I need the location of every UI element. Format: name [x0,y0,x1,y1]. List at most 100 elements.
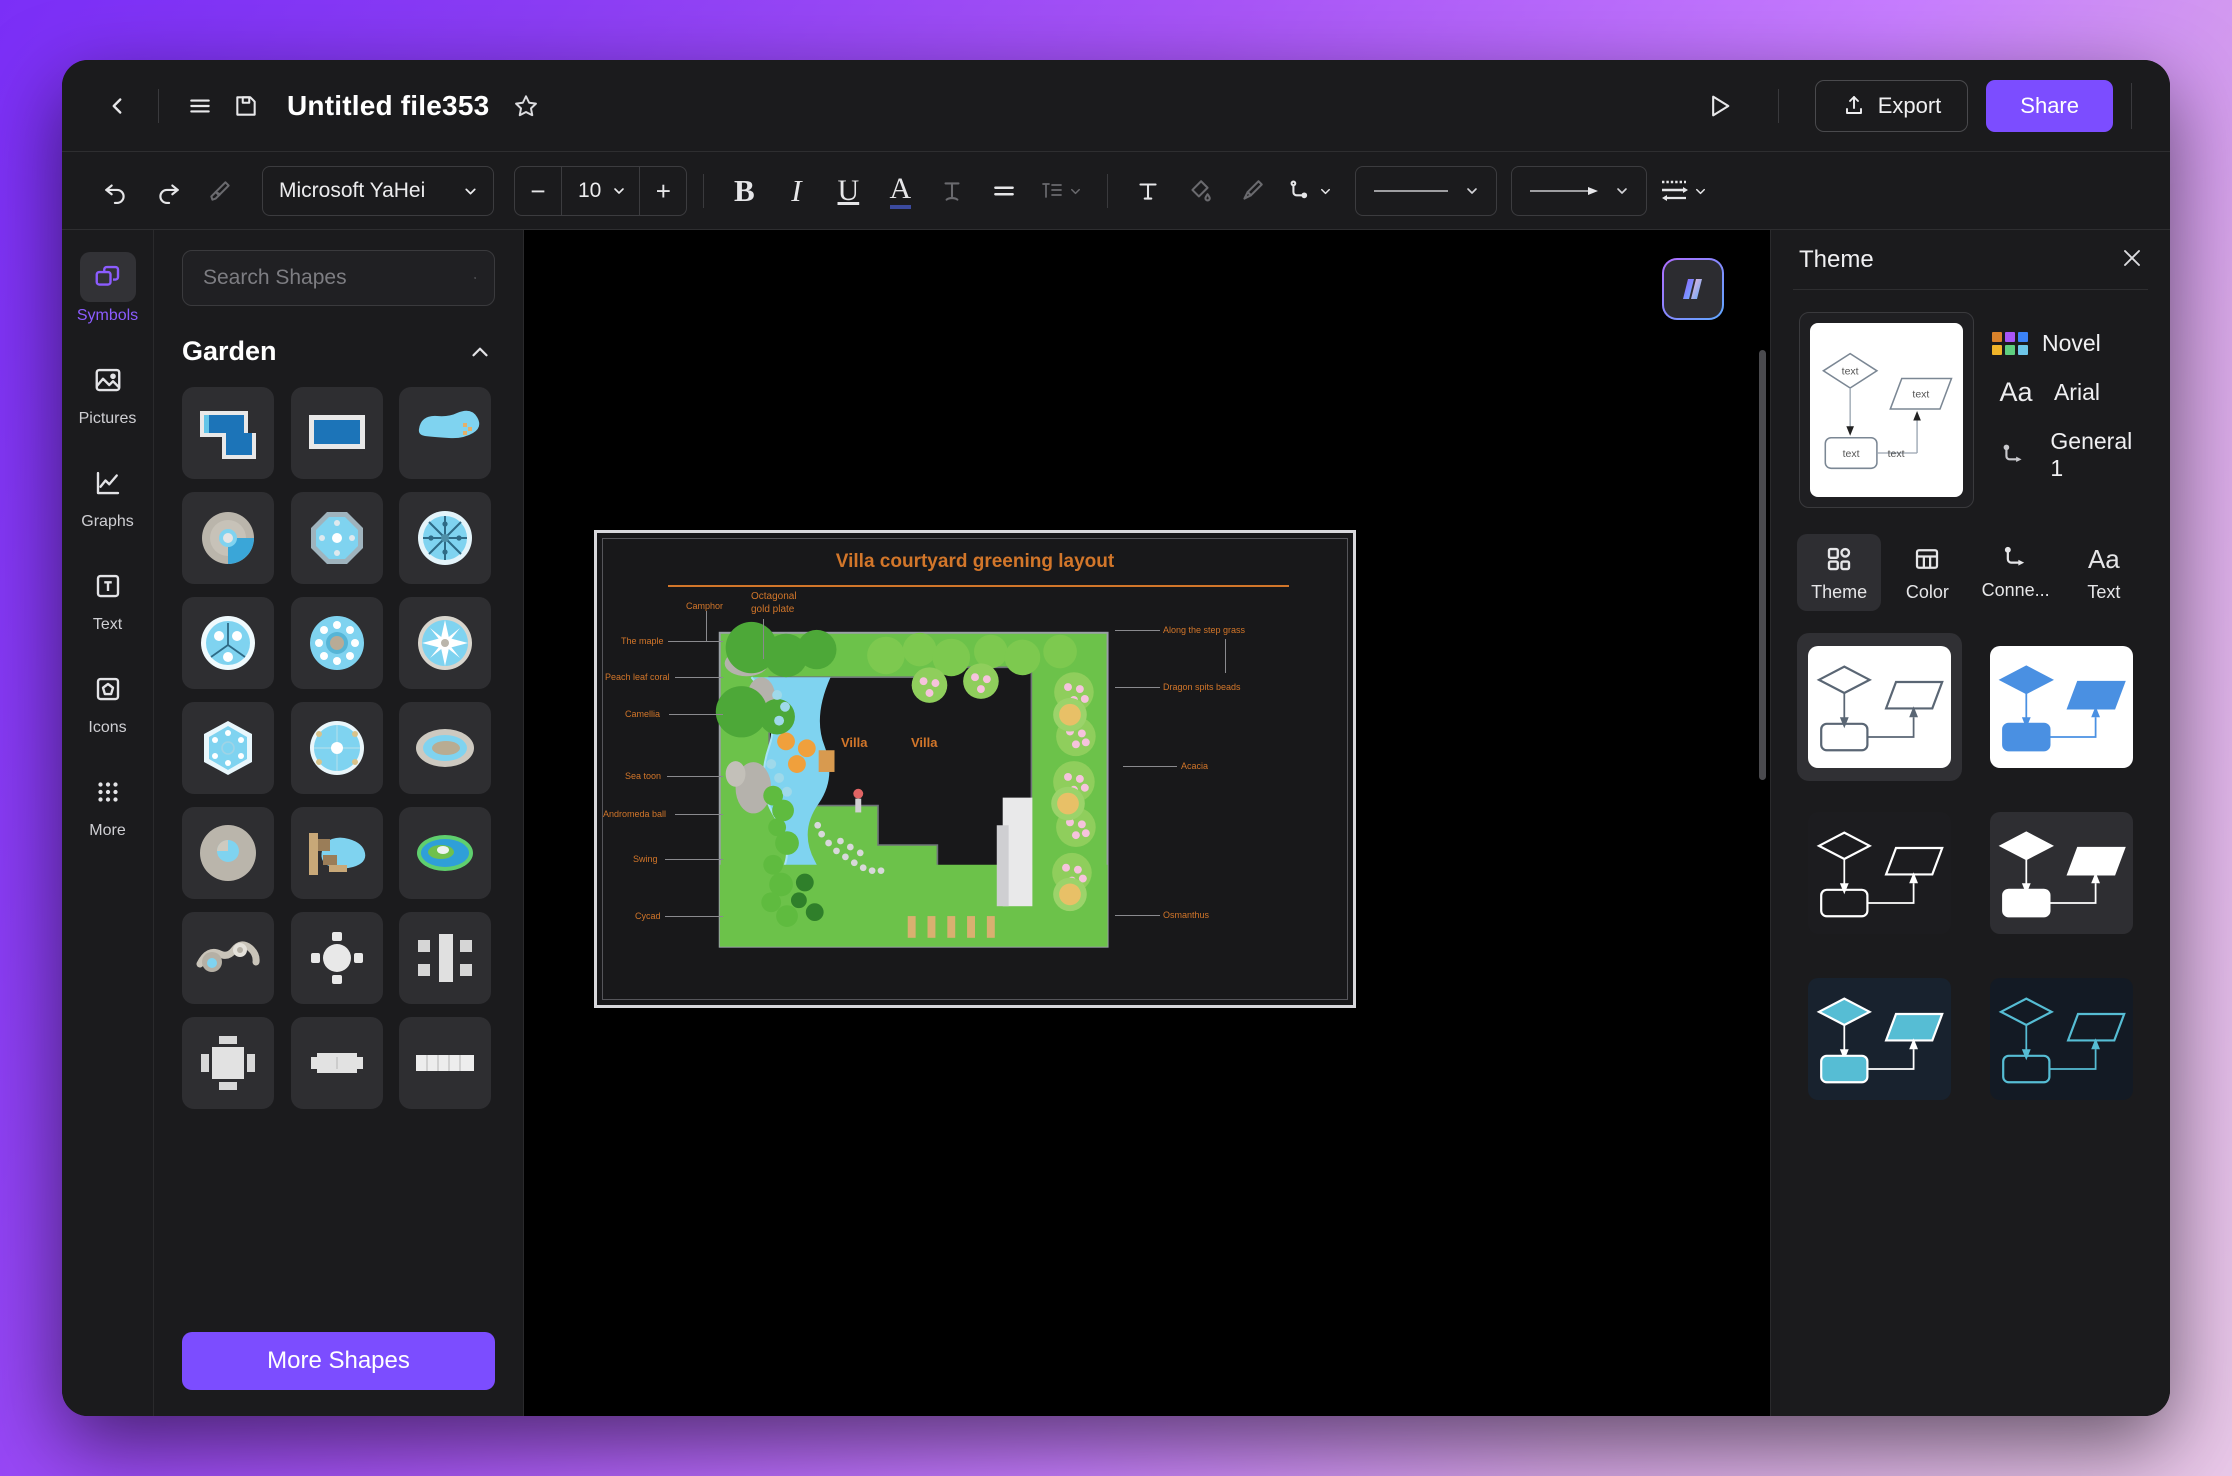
undo-button[interactable] [92,167,140,215]
shape-rock-pond[interactable] [399,702,492,794]
theme-preview-thumbnail[interactable]: text text text text [1799,312,1974,508]
shape-rectangular-pool[interactable] [290,387,383,479]
circular-plaza-icon [309,721,364,775]
connector-style-button[interactable] [1280,167,1341,215]
sidebar-item-text[interactable]: Text [67,553,149,640]
theme-card-theme-white-blue[interactable] [1980,633,2145,781]
tab-color[interactable]: Color [1885,534,1969,611]
font-color-button[interactable]: A [876,167,924,215]
shape-star-burst-pool[interactable] [399,597,492,689]
close-panel-button[interactable] [2120,246,2144,274]
theme-color-scheme[interactable]: Novel [1991,330,2144,357]
search-input[interactable] [203,266,474,290]
shape-octagonal-plaza[interactable] [290,492,383,584]
line-spacing-button[interactable] [1032,167,1091,215]
arrow-style-select[interactable] [1511,166,1648,216]
shape-island-lake[interactable] [399,807,492,899]
sidebar-item-graphs[interactable]: Graphs [67,450,149,537]
shape-compass-rose-pool[interactable] [399,492,492,584]
theme-card-theme-navy-cyan-line[interactable] [1980,965,2145,1113]
favorite-button[interactable] [503,83,549,129]
upload-icon [1845,96,1862,114]
diagram-label-along-the-step-grass: Along the step grass [1163,625,1246,635]
diagram-label-villa-1: Villa [841,735,868,750]
theme-card-theme-white-outline[interactable] [1797,633,1962,781]
theme-card-theme-navy-cyan-fill[interactable] [1797,965,1962,1113]
font-family-select[interactable]: Microsoft YaHei [262,166,494,216]
more-shapes-button[interactable]: More Shapes [182,1332,495,1390]
line-style-select[interactable] [1355,166,1498,216]
theme-card-theme-dark-white[interactable] [1980,799,2145,947]
shape-bench-group[interactable] [399,912,492,1004]
shape-circular-plaza[interactable] [290,702,383,794]
chevron-down-icon [1071,188,1081,194]
leader-sea-toon [667,776,723,777]
shape-l-shaped-pool[interactable] [182,387,274,479]
theme-connector[interactable]: General 1 [1992,428,2144,482]
brush-icon [1243,180,1264,200]
chevron-up-icon[interactable] [467,339,493,365]
sidebar-label-more: More [89,822,126,839]
pentagon-icon [80,664,136,714]
back-button[interactable] [94,83,140,129]
shape-deck-pond[interactable] [290,807,383,899]
textbox-button[interactable] [1124,167,1172,215]
shape-tri-segment-fountain[interactable] [182,597,274,689]
ai-assistant-button[interactable] [1662,258,1724,320]
share-button[interactable]: Share [1986,80,2113,132]
diagram-inner: Villa courtyard greening layout Camphor … [602,538,1348,1000]
sidebar-item-pictures[interactable]: Pictures [67,347,149,434]
sidebar-label-symbols: Symbols [76,307,139,324]
export-button[interactable]: Export [1814,80,1969,132]
theme-font[interactable]: Aa Arial [1992,377,2144,408]
sidebar-item-more[interactable]: More [67,759,149,846]
bold-button[interactable]: B [720,167,768,215]
tab-theme[interactable]: Theme [1797,534,1882,611]
shape-dotted-ring-fountain[interactable] [290,597,383,689]
text-shadow-button[interactable] [928,167,976,215]
tab-text[interactable]: Aa Text [2062,534,2146,611]
search-box[interactable] [182,250,495,306]
export-label: Export [1877,93,1942,118]
font-size-decrease[interactable]: − [515,167,561,215]
flowchart-thumb-icon [1816,997,1944,1083]
search-icon[interactable] [474,266,476,290]
sidebar-item-icons[interactable]: Icons [67,656,149,743]
font-size-select[interactable]: 10 [561,167,641,215]
shape-freeform-pond[interactable] [399,387,492,479]
document-title[interactable]: Untitled file353 [287,90,489,122]
diagram-label-the-maple: The maple [621,636,664,646]
shape-hexagonal-pool[interactable] [182,702,274,794]
tab-connector[interactable]: Conne... [1974,534,2058,611]
redo-button[interactable] [144,167,192,215]
shape-stone-round-pool[interactable] [182,492,274,584]
shape-round-table-seats[interactable] [290,912,383,1004]
underline-button[interactable]: U [824,167,872,215]
sidebar-item-symbols[interactable]: Symbols [67,244,149,331]
canvas-scrollbar[interactable] [1759,350,1766,780]
shape-long-bench[interactable] [399,1017,492,1109]
shape-winding-path-pond[interactable] [182,912,274,1004]
present-button[interactable] [1696,83,1742,129]
theme-panel: Theme text text text text Novel Aa Arial… [1770,230,2170,1416]
more-shapes-wrapper: More Shapes [154,1318,523,1416]
diagram-frame[interactable]: Villa courtyard greening layout Camphor … [594,530,1356,1008]
save-button[interactable] [223,83,269,129]
italic-button[interactable]: I [772,167,820,215]
text-box-icon [1139,183,1157,200]
line-options-button[interactable] [1651,167,1716,215]
shape-pebble-ring-pool[interactable] [182,807,274,899]
font-size-increase[interactable]: + [640,167,686,215]
format-painter-button[interactable] [196,167,244,215]
shape-square-table-seats[interactable] [182,1017,274,1109]
solid-line-icon [1374,190,1449,192]
fill-button[interactable] [1176,167,1224,215]
category-header-garden[interactable]: Garden [154,306,523,381]
shapes-panel: Garden More Shapes [154,230,524,1416]
theme-card-theme-dark-outline[interactable] [1797,799,1962,947]
brush-button[interactable] [1228,167,1276,215]
canvas-area[interactable]: Villa courtyard greening layout Camphor … [524,230,1770,1416]
align-button[interactable] [980,167,1028,215]
shape-stone-bench[interactable] [290,1017,383,1109]
menu-button[interactable] [177,83,223,129]
